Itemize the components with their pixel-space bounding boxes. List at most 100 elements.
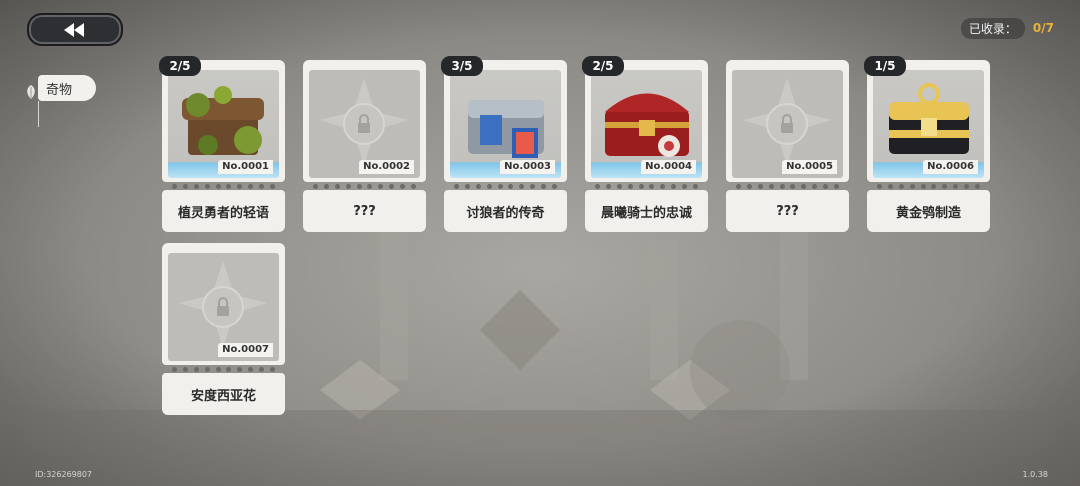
card-count-badge: 3/5	[441, 56, 483, 76]
perforation-dot	[660, 183, 666, 189]
card-artwork: No.0001	[168, 70, 279, 178]
perforation-dot	[172, 366, 177, 372]
perforation-dot	[486, 183, 492, 189]
category-tab-label: 奇物	[46, 82, 73, 98]
perforation-dot	[833, 183, 839, 189]
perforation-dot	[259, 366, 264, 372]
perforation-dot	[931, 183, 937, 189]
card-name: 黄金鸮制造	[867, 190, 990, 232]
perforation-dot	[964, 183, 969, 189]
collection-card[interactable]: No.0005???	[726, 60, 849, 232]
perforation-dot	[497, 183, 503, 189]
perforation-dot	[746, 183, 752, 189]
perforation-dot	[616, 183, 622, 189]
version-label: 1.0.38	[1022, 470, 1048, 479]
card-name: 安度西亚花	[162, 373, 285, 415]
perforation-dot	[182, 366, 188, 372]
perforation-dot	[953, 183, 959, 189]
perforation-dot	[475, 183, 481, 189]
perforation-dot	[768, 183, 774, 189]
card-artwork: No.0004	[591, 70, 702, 178]
perforation-dot	[790, 183, 796, 189]
collection-card[interactable]: No.0006 1/5 黄金鸮制造	[864, 56, 990, 232]
player-id: ID:326269807	[35, 470, 93, 479]
perforation-dot	[193, 366, 199, 372]
card-frame: No.0003	[444, 60, 567, 182]
leaf-icon	[27, 85, 35, 99]
card-artwork: No.0002	[309, 70, 420, 178]
card-artwork: No.0005	[732, 70, 843, 178]
card-frame: No.0001	[162, 60, 285, 182]
card-number: No.0006	[923, 160, 978, 174]
perforation-dot	[259, 183, 264, 189]
perforation-dot	[682, 183, 687, 189]
perforation-dot	[801, 183, 807, 189]
card-name: 讨狼者的传奇	[444, 190, 567, 232]
perforation-dot	[595, 183, 600, 189]
ticket-perforation	[736, 182, 839, 190]
card-number: No.0004	[641, 160, 696, 174]
perforation-dot	[920, 183, 926, 189]
card-number: No.0007	[218, 343, 273, 357]
collection-card[interactable]: No.0003 3/5 讨狼者的传奇	[441, 56, 567, 232]
perforation-dot	[736, 183, 741, 189]
perforation-dot	[237, 183, 243, 189]
collection-card[interactable]: No.0007 安度西亚花	[162, 243, 285, 415]
perforation-dot	[671, 183, 677, 189]
perforation-dot	[367, 183, 373, 189]
ticket-perforation	[313, 182, 416, 190]
perforation-dot	[182, 183, 188, 189]
perforation-dot	[898, 183, 904, 189]
perforation-dot	[237, 366, 243, 372]
card-number: No.0001	[218, 160, 273, 174]
card-count-badge: 2/5	[159, 56, 201, 76]
card-artwork: No.0007	[168, 253, 279, 361]
perforation-dot	[942, 183, 948, 189]
collection-card[interactable]: No.0002???	[303, 60, 426, 232]
back-button[interactable]	[27, 13, 123, 46]
ticket-perforation	[172, 182, 275, 190]
collected-label: 已收录：	[960, 17, 1025, 39]
ticket-perforation	[172, 365, 275, 373]
perforation-dot	[541, 183, 546, 189]
perforation-dot	[638, 183, 644, 189]
perforation-dot	[226, 183, 232, 189]
card-number: No.0003	[500, 160, 555, 174]
card-name: ???	[303, 190, 426, 232]
perforation-dot	[757, 183, 763, 189]
perforation-dot	[226, 366, 232, 372]
perforation-dot	[204, 183, 210, 189]
perforation-dot	[193, 183, 199, 189]
perforation-dot	[812, 183, 818, 189]
perforation-dot	[454, 183, 459, 189]
perforation-dot	[172, 183, 177, 189]
card-count-badge: 2/5	[582, 56, 624, 76]
perforation-dot	[410, 183, 416, 189]
category-tab-curios[interactable]: 奇物	[38, 75, 96, 101]
perforation-dot	[248, 183, 254, 189]
perforation-dot	[269, 366, 275, 372]
card-number: No.0005	[782, 160, 837, 174]
card-frame: No.0006	[867, 60, 990, 182]
card-frame: No.0004	[585, 60, 708, 182]
perforation-dot	[649, 183, 655, 189]
perforation-dot	[551, 183, 557, 189]
collected-value: 0/7	[1032, 21, 1054, 35]
collection-card[interactable]: No.0004 2/5 晨曦骑士的忠诚	[582, 56, 708, 232]
perforation-dot	[248, 366, 254, 372]
perforation-dot	[823, 183, 828, 189]
ticket-perforation	[595, 182, 698, 190]
perforation-dot	[400, 183, 405, 189]
perforation-dot	[389, 183, 395, 189]
perforation-dot	[215, 183, 221, 189]
collection-progress: 已收录： 0/7	[960, 17, 1054, 39]
collection-card[interactable]: No.0001 2/5 植灵勇者的轻语	[159, 56, 285, 232]
perforation-dot	[887, 183, 893, 189]
perforation-dot	[692, 183, 698, 189]
category-divider	[38, 101, 39, 127]
perforation-dot	[269, 183, 275, 189]
perforation-dot	[215, 366, 221, 372]
card-artwork: No.0003	[450, 70, 561, 178]
perforation-dot	[605, 183, 611, 189]
perforation-dot	[464, 183, 470, 189]
